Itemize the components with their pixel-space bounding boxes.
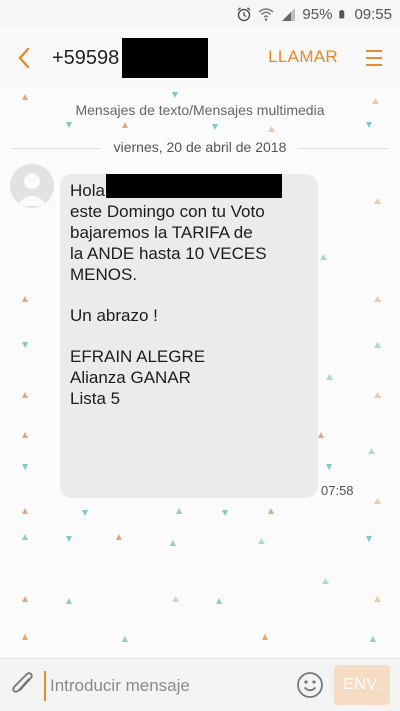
pattern-mark xyxy=(374,392,381,398)
pattern-mark xyxy=(22,296,28,302)
message-time: 07:58 xyxy=(321,483,354,498)
pattern-mark xyxy=(22,432,28,438)
pattern-mark xyxy=(22,596,28,602)
compose-bar: ENV. xyxy=(0,658,400,711)
pattern-mark xyxy=(212,124,218,130)
pattern-mark xyxy=(22,508,28,514)
message-signature: EFRAIN ALEGRE Alianza GANAR Lista 5 xyxy=(70,347,206,408)
alarm-icon xyxy=(237,7,251,22)
battery-icon xyxy=(339,9,345,19)
redaction-box xyxy=(106,174,282,198)
pattern-mark xyxy=(366,536,372,542)
pattern-mark xyxy=(374,198,381,204)
date-label: viernes, 20 de abril de 2018 xyxy=(113,139,287,155)
pattern-mark xyxy=(22,534,28,540)
pattern-mark xyxy=(258,538,265,544)
pattern-mark xyxy=(176,508,182,514)
pattern-mark xyxy=(22,634,28,640)
pattern-mark xyxy=(22,342,28,348)
back-button[interactable] xyxy=(0,28,48,88)
pattern-mark xyxy=(216,598,222,604)
menu-icon[interactable] xyxy=(364,48,386,68)
pattern-mark xyxy=(22,464,28,470)
pattern-mark xyxy=(172,92,178,98)
send-button[interactable]: ENV. xyxy=(334,665,390,705)
paperclip-icon[interactable] xyxy=(10,671,36,699)
redaction-box xyxy=(122,38,208,78)
message-bubble[interactable]: Hola este Domingo con tu Voto bajaremos … xyxy=(60,174,318,498)
pattern-mark xyxy=(268,126,275,132)
pattern-mark xyxy=(122,122,128,128)
pattern-mark xyxy=(116,534,122,540)
pattern-mark xyxy=(366,122,372,128)
call-button[interactable]: LLAMAR xyxy=(268,47,338,67)
pattern-mark xyxy=(66,122,72,128)
pattern-mark xyxy=(322,578,329,584)
pattern-mark xyxy=(374,296,381,302)
emoji-icon[interactable] xyxy=(294,669,326,701)
pattern-mark xyxy=(320,254,327,260)
battery-percent: 95% xyxy=(302,5,333,23)
app-bar: +59598 LLAMAR xyxy=(0,28,400,88)
pattern-mark xyxy=(122,636,128,642)
pattern-mark xyxy=(82,510,88,516)
signal-icon xyxy=(282,8,296,21)
contact-number[interactable]: +59598 xyxy=(52,47,119,70)
wifi-icon xyxy=(258,8,274,21)
message-thread[interactable]: Mensajes de texto/Mensajes multimedia vi… xyxy=(0,88,400,658)
pattern-mark xyxy=(318,432,324,438)
status-time: 09:55 xyxy=(354,5,392,23)
pattern-mark xyxy=(22,392,28,398)
status-bar: 95% 09:55 xyxy=(0,0,400,28)
message-closing: Un abrazo ! xyxy=(70,306,158,325)
back-arrow-icon xyxy=(18,47,30,69)
messaging-screen: 95% 09:55 +59598 LLAMAR Mensajes de text… xyxy=(0,0,400,711)
pattern-mark xyxy=(170,540,176,546)
pattern-mark xyxy=(368,448,375,454)
pattern-mark xyxy=(326,374,333,380)
pattern-mark xyxy=(22,94,28,100)
pattern-mark xyxy=(66,536,72,542)
avatar[interactable] xyxy=(10,164,54,208)
pattern-mark xyxy=(374,498,381,504)
pattern-mark xyxy=(370,636,376,642)
pattern-mark xyxy=(326,464,332,470)
pattern-mark xyxy=(268,508,274,514)
pattern-mark xyxy=(374,596,381,602)
date-divider: viernes, 20 de abril de 2018 xyxy=(0,138,400,158)
pattern-mark xyxy=(66,598,72,604)
pattern-mark xyxy=(262,634,268,640)
pattern-mark xyxy=(172,596,179,602)
person-icon xyxy=(16,173,48,206)
thread-type-label: Mensajes de texto/Mensajes multimedia xyxy=(75,102,325,118)
message-input[interactable] xyxy=(44,671,284,701)
pattern-mark xyxy=(222,510,228,516)
pattern-mark xyxy=(374,342,381,348)
